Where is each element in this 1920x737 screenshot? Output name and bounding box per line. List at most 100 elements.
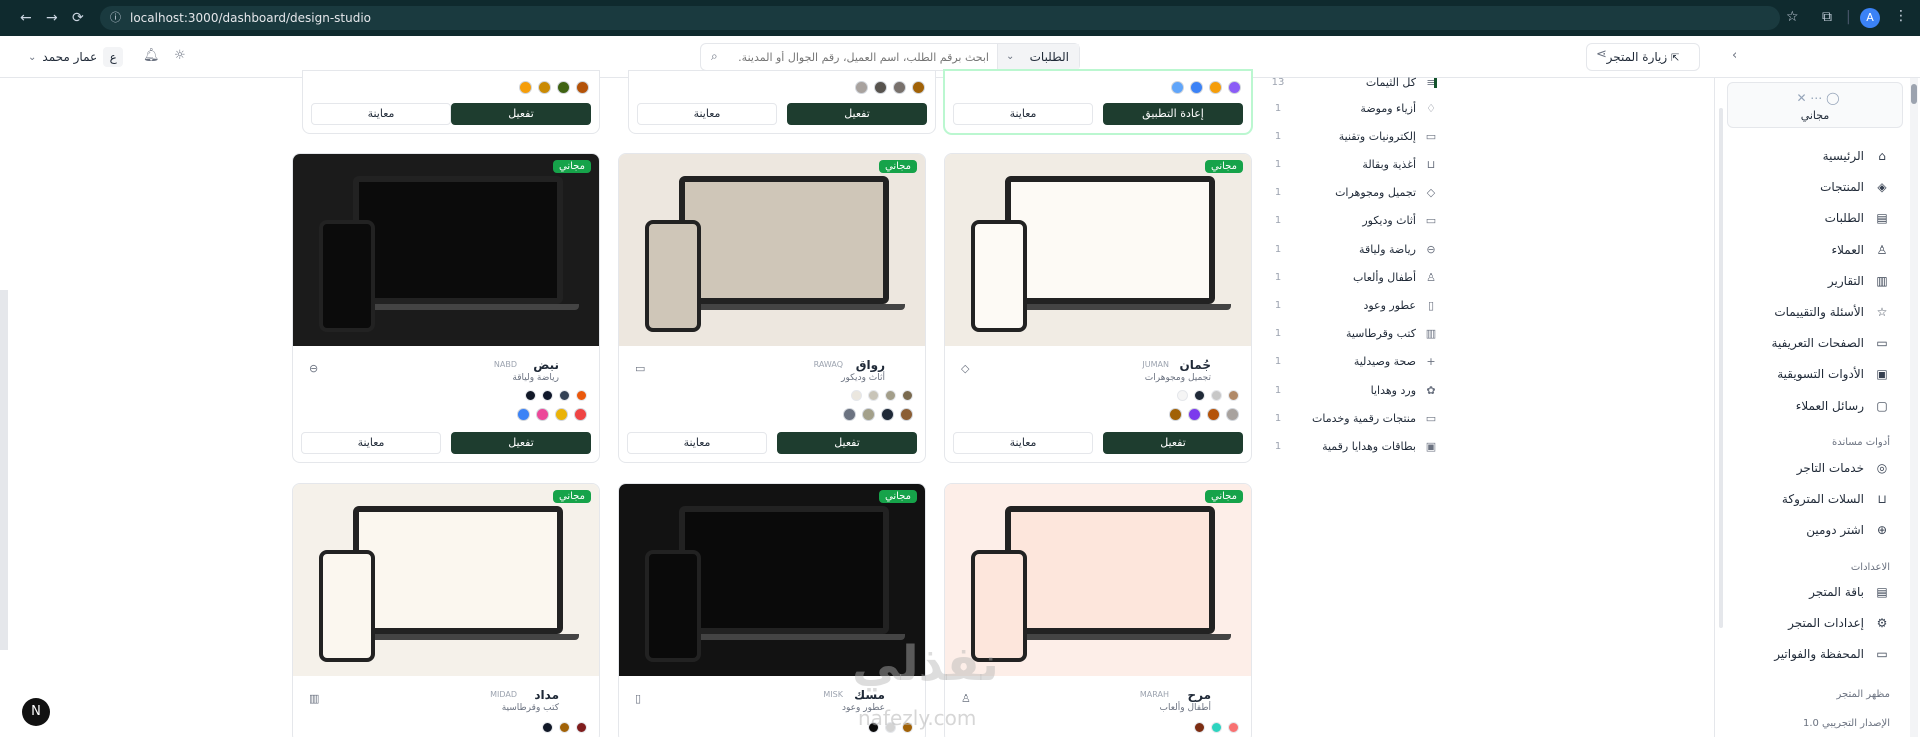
category-count: 1 — [1274, 215, 1282, 227]
sidebar-item[interactable]: ▥ التقارير — [1740, 271, 1890, 291]
category-item[interactable]: ⊖ رياضة ولياقة 1 — [1270, 239, 1438, 259]
palette-swatch[interactable] — [881, 408, 894, 421]
sidebar-item[interactable]: ⊕ اشتر دومين — [1740, 520, 1890, 540]
address-bar[interactable]: ⓘ localhost:3000/dashboard/design-studio — [100, 6, 1780, 30]
sidebar-item[interactable]: ▣ الأدوات التسويقية — [1740, 364, 1890, 384]
search-input[interactable] — [739, 47, 989, 67]
category-item[interactable]: ▣ بطاقات وهدايا رقمية 1 — [1270, 436, 1438, 456]
theme-preview-image[interactable]: مجاني — [619, 154, 925, 346]
activate-button[interactable]: تفعيل — [451, 103, 591, 125]
activate-button[interactable]: تفعيل — [777, 432, 917, 454]
reload-icon[interactable]: ⟳ — [72, 10, 84, 26]
bell-icon[interactable]: 🔔︎ — [143, 48, 160, 63]
palette-swatch[interactable] — [576, 81, 589, 94]
activate-button[interactable]: تفعيل — [451, 432, 591, 454]
palette-swatch[interactable] — [855, 81, 868, 94]
palette-swatch[interactable] — [557, 81, 570, 94]
sidebar-item[interactable]: ▭ المحفظة والفواتير — [1740, 644, 1890, 664]
sidebar-item[interactable]: ▭ الصفحات التعريفية — [1740, 333, 1890, 353]
bookmark-star-icon[interactable]: ☆ — [1786, 9, 1799, 25]
sidebar-item[interactable]: ▤ الطلبات — [1740, 208, 1890, 228]
activate-button[interactable]: تفعيل — [787, 103, 927, 125]
palette-swatch[interactable] — [1188, 408, 1201, 421]
palette-swatch[interactable] — [1207, 408, 1220, 421]
activate-button[interactable]: إعادة التطبيق — [1103, 103, 1243, 125]
category-item[interactable]: ▭ أثاث وديكور 1 — [1270, 211, 1438, 231]
activate-button[interactable]: تفعيل — [1103, 432, 1243, 454]
sidebar-item[interactable]: ◎ خدمات التاجر — [1740, 458, 1890, 478]
theme-card: تفعيل معاينة — [628, 70, 936, 134]
palette-swatch[interactable] — [555, 408, 568, 421]
scrollbar[interactable] — [1910, 78, 1918, 737]
palette-swatch[interactable] — [1209, 81, 1222, 94]
store-card[interactable]: ◯ ⋯ ✕ مجاني — [1727, 82, 1903, 128]
scrollbar[interactable] — [1719, 108, 1723, 628]
palette-swatch[interactable] — [843, 408, 856, 421]
profile-avatar[interactable]: A — [1860, 8, 1880, 28]
sidebar-collapse-icon[interactable]: ‹ — [1732, 48, 1737, 63]
preview-button[interactable]: معاينة — [637, 103, 777, 125]
forward-icon[interactable]: → — [46, 10, 58, 26]
sidebar-item[interactable]: ☆ الأسئلة والتقييمات — [1740, 302, 1890, 322]
category-item[interactable]: ▥ كتب وقرطاسية 1 — [1270, 324, 1438, 344]
color-swatch — [542, 390, 553, 401]
palette-swatch[interactable] — [574, 408, 587, 421]
theme-preview-image[interactable]: مجاني — [293, 154, 599, 346]
palette-swatch[interactable] — [538, 81, 551, 94]
share-icon[interactable]: ⋖ — [1596, 47, 1607, 62]
next-dev-indicator[interactable]: N — [22, 698, 50, 726]
sidebar-item[interactable]: ♙ العملاء — [1740, 240, 1890, 260]
browser-menu-icon[interactable]: ⋮ — [1894, 8, 1908, 24]
laptop-mockup — [353, 176, 563, 304]
sun-icon[interactable]: ☼ — [174, 48, 186, 63]
theme-preview-image[interactable]: مجاني — [945, 154, 1251, 346]
site-info-icon[interactable]: ⓘ — [110, 6, 121, 30]
preview-button[interactable]: معاينة — [311, 103, 451, 125]
user-menu-button[interactable]: ⌄ عمار محمد ع — [28, 44, 124, 70]
theme-preview-image[interactable]: مجاني — [293, 484, 599, 676]
sidebar-item[interactable]: ⌂ الرئيسية — [1740, 146, 1890, 166]
palette-swatch[interactable] — [1171, 81, 1184, 94]
palette-swatch[interactable] — [874, 81, 887, 94]
sidebar-item[interactable]: ▢ رسائل العملاء — [1740, 396, 1890, 416]
palette-swatch[interactable] — [893, 81, 906, 94]
sidebar-item[interactable]: ⊔ السلات المتروكة — [1740, 489, 1890, 509]
category-item[interactable]: ◇ تجميل ومجوهرات 1 — [1270, 183, 1438, 203]
sidebar-item[interactable]: ⚙ إعدادات المتجر — [1740, 613, 1890, 633]
palette-swatch[interactable] — [862, 408, 875, 421]
theme-card: مجاني ▭ رواق RAWAQ أثاث وديكور تفعيل معاينة — [618, 153, 926, 463]
category-item[interactable]: ⊔ أغذية وبقالة 1 — [1270, 154, 1438, 174]
palette-swatch[interactable] — [900, 408, 913, 421]
back-icon[interactable]: ← — [20, 10, 32, 26]
palette-swatch[interactable] — [1226, 408, 1239, 421]
category-item[interactable]: ▯ عطور وعود 1 — [1270, 295, 1438, 315]
theme-category: تجميل ومجوهرات — [1144, 373, 1211, 383]
palette-swatch[interactable] — [1190, 81, 1203, 94]
category-icon: ▭ — [635, 362, 646, 375]
search-scope-select[interactable]: الطلبات ⌄ — [997, 44, 1079, 70]
sidebar-item-icon: ◎ — [1876, 461, 1888, 475]
preview-button[interactable]: معاينة — [301, 432, 441, 454]
category-item[interactable]: + صحة وصيدلية 1 — [1270, 352, 1438, 372]
category-item[interactable]: ▭ منتجات رقمية وخدمات 1 — [1270, 408, 1438, 428]
scrollbar[interactable] — [0, 290, 8, 650]
preview-button[interactable]: معاينة — [627, 432, 767, 454]
palette-swatch[interactable] — [1228, 81, 1241, 94]
category-item[interactable]: ♢ أزياء وموضة 1 — [1270, 98, 1438, 118]
extensions-icon[interactable]: ⧉ — [1822, 9, 1832, 25]
store-logo: ◯ ⋯ ✕ — [1796, 91, 1840, 105]
palette-swatch[interactable] — [517, 408, 530, 421]
category-item[interactable]: ♙ أطفال وألعاب 1 — [1270, 267, 1438, 287]
palette-swatch[interactable] — [912, 81, 925, 94]
palette-swatch[interactable] — [536, 408, 549, 421]
palette-swatch[interactable] — [1169, 408, 1182, 421]
palette-swatch[interactable] — [519, 81, 532, 94]
category-item[interactable]: ≡ كل الثيمات 13 — [1270, 72, 1438, 92]
category-item[interactable]: ▭ إلكترونيات وتقنية 1 — [1270, 126, 1438, 146]
active-category-indicator — [1434, 78, 1437, 88]
preview-button[interactable]: معاينة — [953, 103, 1093, 125]
category-item[interactable]: ✿ ورد وهدايا 1 — [1270, 380, 1438, 400]
sidebar-item[interactable]: ◈ المنتجات — [1740, 177, 1890, 197]
sidebar-item[interactable]: ▤ باقة المتجر — [1740, 582, 1890, 602]
preview-button[interactable]: معاينة — [953, 432, 1093, 454]
